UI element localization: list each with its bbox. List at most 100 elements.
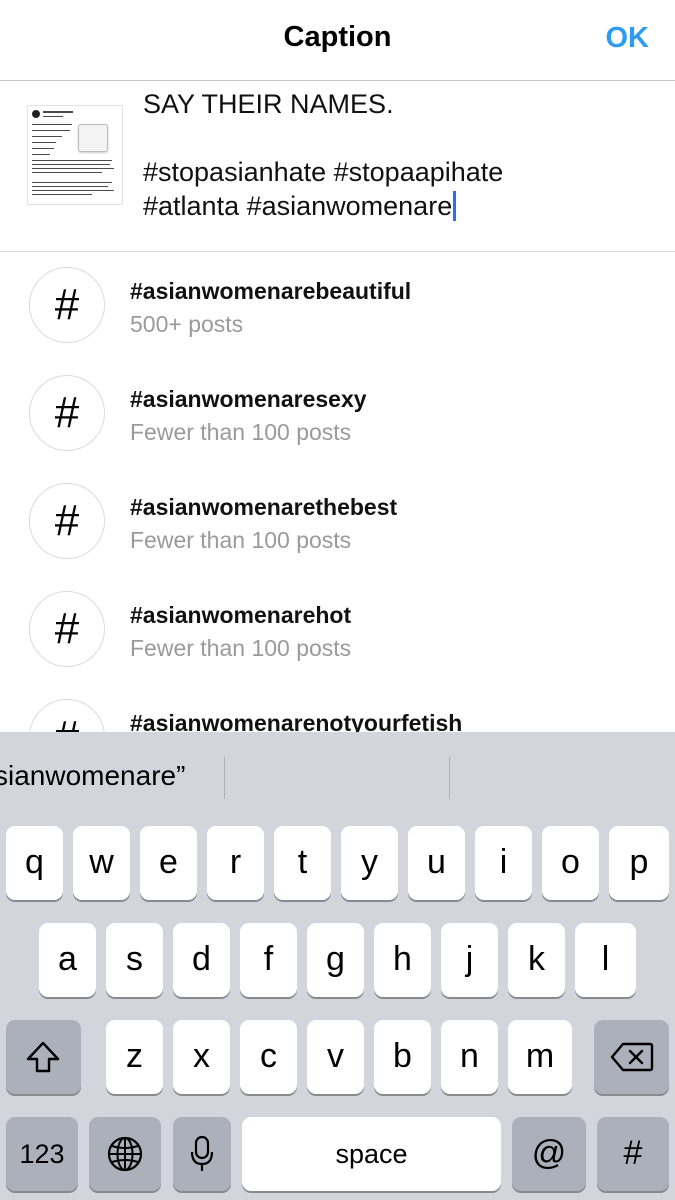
thumbnail-text-line — [32, 182, 112, 183]
key-label: l — [601, 940, 610, 978]
hash-key[interactable]: # — [597, 1117, 669, 1191]
key-label: c — [260, 1037, 277, 1075]
hashtag-post-count: 500+ posts — [130, 311, 244, 337]
thumbnail-avatar — [32, 110, 40, 118]
thumbnail-text-line — [32, 168, 114, 169]
numbers-key[interactable]: 123 — [6, 1117, 78, 1191]
thumbnail-text-line — [43, 111, 73, 113]
hashtag-suggestion[interactable]: # #asianwomenarenotyourfetish — [0, 684, 675, 732]
hashtag-post-count: Fewer than 100 posts — [130, 635, 352, 661]
dictation-key[interactable] — [173, 1117, 231, 1191]
space-key[interactable]: space — [242, 1117, 501, 1191]
thumbnail-card — [78, 124, 108, 152]
key-label: v — [327, 1037, 344, 1075]
hashtag-icon: # — [29, 375, 105, 451]
key-t[interactable]: t — [274, 826, 331, 900]
at-key[interactable]: @ — [512, 1117, 586, 1191]
key-k[interactable]: k — [508, 923, 565, 997]
key-i[interactable]: i — [475, 826, 532, 900]
predictive-text-bar: sianwomenare” — [0, 732, 675, 820]
caption-area: SAY THEIR NAMES. #stopasianhate #stopaap… — [0, 81, 675, 252]
key-q[interactable]: q — [6, 826, 63, 900]
hashtag-post-count: Fewer than 100 posts — [130, 527, 352, 553]
shift-key[interactable] — [6, 1020, 81, 1094]
hashtag-name: #asianwomenarebeautiful — [130, 278, 412, 304]
thumbnail-text-line — [32, 148, 54, 149]
shift-icon — [26, 1041, 60, 1073]
caption-line: SAY THEIR NAMES. — [143, 89, 394, 119]
globe-key[interactable] — [89, 1117, 161, 1191]
thumbnail-text-line — [32, 190, 114, 191]
key-r[interactable]: r — [207, 826, 264, 900]
thumbnail-text-line — [32, 124, 72, 125]
keyboard: sianwomenare” q w e r t y u i o p a s d … — [0, 732, 675, 1200]
key-label: q — [25, 843, 44, 881]
hashtag-suggestion[interactable]: # #asianwomenarethebest Fewer than 100 p… — [0, 468, 675, 576]
key-o[interactable]: o — [542, 826, 599, 900]
key-f[interactable]: f — [240, 923, 297, 997]
key-label: w — [89, 843, 114, 881]
key-s[interactable]: s — [106, 923, 163, 997]
key-x[interactable]: x — [173, 1020, 230, 1094]
hashtag-suggestion-list: # #asianwomenarebeautiful 500+ posts # #… — [0, 252, 675, 732]
hashtag-name: #asianwomenarethebest — [130, 494, 398, 520]
prediction-divider — [224, 757, 225, 799]
thumbnail-text-line — [32, 154, 50, 155]
caption-line: #stopasianhate #stopaapihate — [143, 157, 504, 187]
key-label: h — [393, 940, 412, 978]
key-label: r — [229, 843, 242, 881]
key-l[interactable]: l — [575, 923, 636, 997]
key-n[interactable]: n — [441, 1020, 498, 1094]
key-label: m — [525, 1037, 555, 1075]
key-v[interactable]: v — [307, 1020, 364, 1094]
key-h[interactable]: h — [374, 923, 431, 997]
thumbnail-text-line — [32, 160, 112, 161]
key-label: e — [159, 843, 178, 881]
key-label: o — [561, 843, 580, 881]
key-label: z — [126, 1037, 143, 1075]
hashtag-suggestion[interactable]: # #asianwomenaresexy Fewer than 100 post… — [0, 360, 675, 468]
page-title: Caption — [283, 21, 392, 53]
thumbnail-text-line — [32, 142, 56, 143]
thumbnail-text-line — [32, 164, 110, 165]
post-thumbnail[interactable] — [27, 105, 123, 205]
hashtag-icon: # — [29, 699, 105, 732]
key-p[interactable]: p — [609, 826, 669, 900]
key-label: k — [528, 940, 545, 978]
key-u[interactable]: u — [408, 826, 465, 900]
backspace-icon — [610, 1042, 654, 1072]
thumbnail-text-line — [32, 130, 70, 131]
thumbnail-text-line — [32, 172, 102, 173]
key-d[interactable]: d — [173, 923, 230, 997]
key-e[interactable]: e — [140, 826, 197, 900]
key-y[interactable]: y — [341, 826, 398, 900]
key-c[interactable]: c — [240, 1020, 297, 1094]
key-label: space — [335, 1139, 408, 1169]
key-label: d — [192, 940, 211, 978]
key-label: y — [361, 843, 378, 881]
key-a[interactable]: a — [39, 923, 96, 997]
key-label: b — [393, 1037, 412, 1075]
text-cursor — [453, 191, 457, 221]
ok-button[interactable]: OK — [606, 22, 650, 55]
key-j[interactable]: j — [441, 923, 498, 997]
hashtag-post-count: Fewer than 100 posts — [130, 419, 352, 445]
key-w[interactable]: w — [73, 826, 130, 900]
key-label: 123 — [19, 1139, 65, 1169]
hashtag-suggestion[interactable]: # #asianwomenarebeautiful 500+ posts — [0, 252, 675, 360]
caption-line: #atlanta #asianwomenare — [143, 191, 453, 221]
key-b[interactable]: b — [374, 1020, 431, 1094]
caption-input[interactable]: SAY THEIR NAMES. #stopasianhate #stopaap… — [143, 87, 653, 223]
prediction-suggestion[interactable]: sianwomenare” — [0, 760, 185, 792]
hashtag-suggestion[interactable]: # #asianwomenarehot Fewer than 100 posts — [0, 576, 675, 684]
key-label: @ — [531, 1134, 567, 1172]
key-m[interactable]: m — [508, 1020, 572, 1094]
key-g[interactable]: g — [307, 923, 364, 997]
key-label: a — [58, 940, 77, 978]
globe-icon — [107, 1136, 143, 1172]
backspace-key[interactable] — [594, 1020, 669, 1094]
hashtag-name: #asianwomenarenotyourfetish — [130, 710, 463, 732]
key-z[interactable]: z — [106, 1020, 163, 1094]
key-label: i — [499, 843, 508, 881]
header-bar: Caption OK — [0, 0, 675, 81]
